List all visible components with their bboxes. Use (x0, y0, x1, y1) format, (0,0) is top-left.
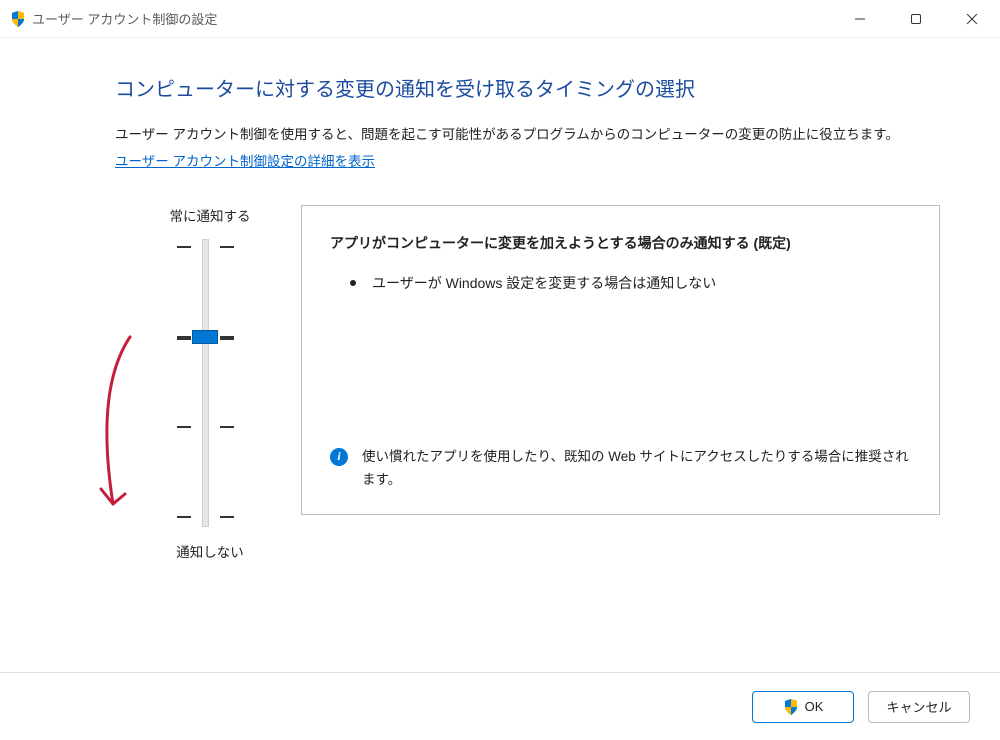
uac-slider[interactable] (115, 239, 295, 527)
minimize-button[interactable] (832, 0, 888, 37)
slider-column: 常に通知する 通知しない (115, 205, 295, 561)
panel-note-text: 使い慣れたアプリを使用したり、既知の Web サイトにアクセスしたりする場合に推… (362, 446, 911, 492)
slider-bottom-label: 通知しない (125, 541, 295, 561)
footer: OK キャンセル (0, 672, 1000, 740)
control-area: 常に通知する 通知しない アプリがコンピューターに変更を加えようとする場合のみ通… (115, 205, 940, 561)
slider-track (202, 239, 209, 527)
close-button[interactable] (944, 0, 1000, 37)
slider-thumb[interactable] (192, 330, 218, 344)
info-panel: アプリがコンピューターに変更を加えようとする場合のみ通知する (既定) ユーザー… (301, 205, 940, 515)
ok-button[interactable]: OK (752, 691, 854, 723)
window-controls (832, 0, 1000, 37)
titlebar: ユーザー アカウント制御の設定 (0, 0, 1000, 38)
cancel-button[interactable]: キャンセル (868, 691, 970, 723)
panel-bullet-list: ユーザーが Windows 設定を変更する場合は通知しない (330, 272, 911, 294)
content-area: コンピューターに対する変更の通知を受け取るタイミングの選択 ユーザー アカウント… (0, 38, 1000, 561)
panel-bullet-item: ユーザーが Windows 設定を変更する場合は通知しない (350, 272, 911, 294)
cancel-button-label: キャンセル (886, 697, 951, 716)
page-heading: コンピューターに対する変更の通知を受け取るタイミングの選択 (115, 73, 940, 102)
page-description: ユーザー アカウント制御を使用すると、問題を起こす可能性があるプログラムからのコ… (115, 124, 940, 146)
maximize-button[interactable] (888, 0, 944, 37)
window-title: ユーザー アカウント制御の設定 (32, 9, 217, 28)
shield-icon (10, 11, 26, 27)
panel-title: アプリがコンピューターに変更を加えようとする場合のみ通知する (既定) (330, 232, 911, 254)
shield-icon (783, 699, 799, 715)
annotation-arrow-icon (85, 329, 145, 529)
info-link[interactable]: ユーザー アカウント制御設定の詳細を表示 (115, 150, 375, 170)
slider-top-label: 常に通知する (125, 205, 295, 225)
info-icon: i (330, 448, 348, 466)
panel-note: i 使い慣れたアプリを使用したり、既知の Web サイトにアクセスしたりする場合… (330, 446, 911, 492)
ok-button-label: OK (805, 699, 824, 714)
